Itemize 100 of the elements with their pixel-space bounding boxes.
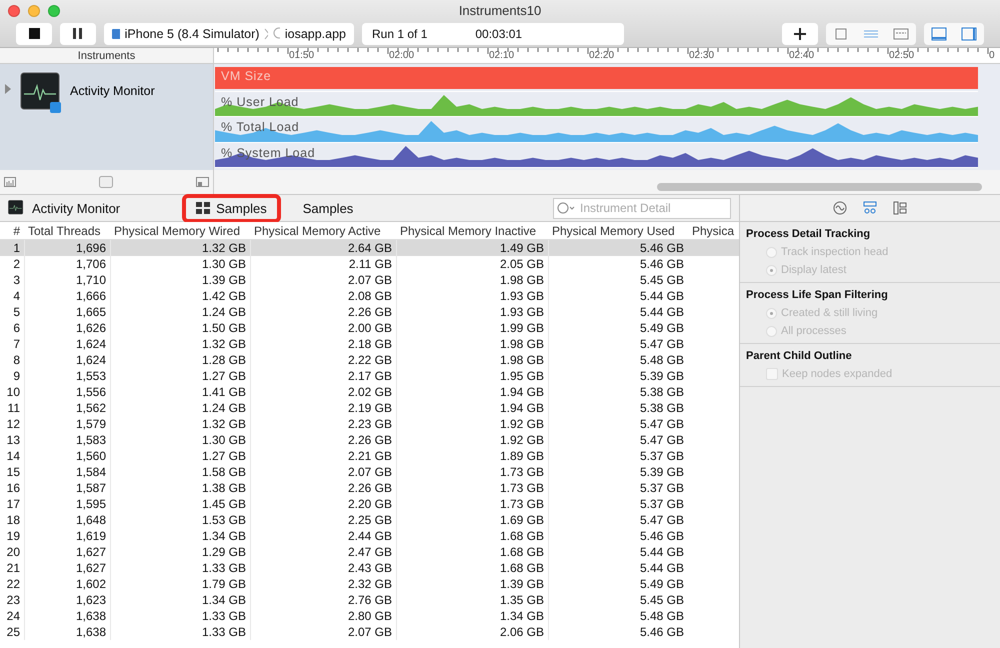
- grid-icon: [196, 202, 210, 214]
- table-cell: 1.68 GB: [396, 544, 548, 560]
- table-row[interactable]: 13 1,583 1.30 GB 2.26 GB 1.92 GB 5.47 GB: [0, 432, 739, 448]
- search-field[interactable]: Instrument Detail: [553, 198, 731, 218]
- table-cell-text: 21: [6, 560, 21, 576]
- table-cell: 1.89 GB: [396, 448, 548, 464]
- table-cell: 5.44 GB: [548, 288, 688, 304]
- table-cell-text: 15: [6, 464, 21, 480]
- table-row[interactable]: 23 1,623 1.34 GB 2.76 GB 1.35 GB 5.45 GB: [0, 592, 739, 608]
- table-cell: 2.26 GB: [250, 432, 396, 448]
- pause-icon: [73, 28, 83, 39]
- zoom-button[interactable]: [48, 5, 60, 17]
- target-name: iosapp.app: [284, 26, 346, 40]
- table-cell: 5.49 GB: [548, 576, 688, 592]
- right-panel-icon: [960, 26, 978, 42]
- inspector-tab[interactable]: [832, 200, 848, 216]
- inspector-tab[interactable]: [862, 200, 878, 216]
- table-row[interactable]: 14 1,560 1.27 GB 2.21 GB 1.89 GB 5.37 GB: [0, 448, 739, 464]
- table-row[interactable]: 24 1,638 1.33 GB 2.80 GB 1.34 GB 5.48 GB: [0, 608, 739, 624]
- table-cell: 5.37 GB: [548, 448, 688, 464]
- add-button[interactable]: [782, 22, 818, 44]
- table-row[interactable]: 10 1,556 1.41 GB 2.02 GB 1.94 GB 5.38 GB: [0, 384, 739, 400]
- column-header[interactable]: Total Threads: [24, 222, 110, 239]
- minimize-button[interactable]: [28, 5, 40, 17]
- table-row[interactable]: 16 1,587 1.38 GB 2.26 GB 1.73 GB 5.37 GB: [0, 480, 739, 496]
- table-cell-text: 12: [6, 416, 21, 432]
- activity-monitor-icon: [8, 200, 24, 216]
- table-cell: 1,583: [24, 432, 110, 448]
- column-header[interactable]: Physical Memory Active: [250, 222, 396, 239]
- table-cell: 1,638: [24, 608, 110, 624]
- table-cell: 1,579: [24, 416, 110, 432]
- column-header[interactable]: #: [0, 222, 24, 239]
- table-row[interactable]: 2 1,706 1.30 GB 2.11 GB 2.05 GB 5.46 GB: [0, 256, 739, 272]
- device-icon: [112, 28, 120, 40]
- table-row[interactable]: 18 1,648 1.53 GB 2.25 GB 1.69 GB 5.47 GB: [0, 512, 739, 528]
- table-cell-text: 16: [6, 480, 21, 496]
- table-row[interactable]: 7 1,624 1.32 GB 2.18 GB 1.98 GB 5.47 GB: [0, 336, 739, 352]
- stop-button[interactable]: [16, 22, 52, 44]
- breadcrumb[interactable]: Samples: [288, 194, 368, 222]
- column-header[interactable]: Physical Memory Inactive: [396, 222, 548, 239]
- table-cell-text: 1: [12, 240, 21, 256]
- table-cell: 1.35 GB: [396, 592, 548, 608]
- time-label: 0: [989, 50, 995, 61]
- slider-knob[interactable]: [99, 176, 113, 188]
- table-cell-text: 9: [12, 368, 21, 384]
- table-cell-text: 10: [6, 384, 21, 400]
- table-row[interactable]: 20 1,627 1.29 GB 2.47 GB 1.68 GB 5.44 GB: [0, 544, 739, 560]
- table-row[interactable]: 21 1,627 1.33 GB 2.43 GB 1.68 GB 5.44 GB: [0, 560, 739, 576]
- table-cell: 5.44 GB: [548, 560, 688, 576]
- table-cell: 5.46 GB: [548, 624, 688, 640]
- table-cell-text: 5: [12, 304, 21, 320]
- table-row[interactable]: 9 1,553 1.27 GB 2.17 GB 1.95 GB 5.39 GB: [0, 368, 739, 384]
- time-label: 01:50: [289, 50, 314, 61]
- table-row[interactable]: 15 1,584 1.58 GB 2.07 GB 1.73 GB 5.39 GB: [0, 464, 739, 480]
- table-cell: 1.58 GB: [110, 464, 250, 480]
- table-cell: 2.21 GB: [250, 448, 396, 464]
- table-cell: 1.38 GB: [110, 480, 250, 496]
- close-button[interactable]: [8, 5, 20, 17]
- table-cell: 1,619: [24, 528, 110, 544]
- table-cell: 1,665: [24, 304, 110, 320]
- table-cell: 2.26 GB: [250, 304, 396, 320]
- table-row[interactable]: 22 1,602 1.79 GB 2.32 GB 1.39 GB 5.49 GB: [0, 576, 739, 592]
- table-row[interactable]: 5 1,665 1.24 GB 2.26 GB 1.93 GB 5.44 GB: [0, 304, 739, 320]
- table-row[interactable]: 3 1,710 1.39 GB 2.07 GB 1.98 GB 5.45 GB: [0, 272, 739, 288]
- table-cell: 1.98 GB: [396, 272, 548, 288]
- inspector-tab[interactable]: [892, 200, 908, 216]
- table-cell: 1,696: [24, 240, 110, 256]
- column-header[interactable]: Physical Memory Wired: [110, 222, 250, 239]
- table-cell: 5.48 GB: [548, 352, 688, 368]
- table-row[interactable]: 8 1,624 1.28 GB 2.22 GB 1.98 GB 5.48 GB: [0, 352, 739, 368]
- table-row[interactable]: 17 1,595 1.45 GB 2.20 GB 1.73 GB 5.37 GB: [0, 496, 739, 512]
- table-cell-text: 20: [6, 544, 21, 560]
- table-row[interactable]: 1 1,696 1.32 GB 2.64 GB 1.49 GB 5.46 GB: [0, 240, 739, 256]
- table-row[interactable]: 12 1,579 1.32 GB 2.23 GB 1.92 GB 5.47 GB: [0, 416, 739, 432]
- bottom-panel-icon: [930, 26, 948, 42]
- table-cell: 1,638: [24, 624, 110, 640]
- table-cell: 5.44 GB: [548, 304, 688, 320]
- pause-button[interactable]: [60, 22, 96, 44]
- table-row[interactable]: 4 1,666 1.42 GB 2.08 GB 1.93 GB 5.44 GB: [0, 288, 739, 304]
- scheme-selector[interactable]: iPhone 5 (8.4 Simulator) iosapp.app: [104, 22, 354, 44]
- table-cell: 2.07 GB: [250, 464, 396, 480]
- table-row[interactable]: 6 1,626 1.50 GB 2.00 GB 1.99 GB 5.49 GB: [0, 320, 739, 336]
- column-header[interactable]: Physical Memory Used: [548, 222, 688, 239]
- bar-graph-icon[interactable]: [4, 177, 16, 187]
- scroll-bar[interactable]: [657, 183, 982, 191]
- table-cell-text: 19: [6, 528, 21, 544]
- snap-icon[interactable]: [196, 177, 209, 187]
- table-cell: 5.39 GB: [548, 368, 688, 384]
- table-cell: 1.34 GB: [396, 608, 548, 624]
- column-header[interactable]: Physica: [688, 222, 740, 239]
- disclosure-icon[interactable]: [4, 84, 12, 94]
- table-cell: 1.50 GB: [110, 320, 250, 336]
- table-cell: 1.68 GB: [396, 560, 548, 576]
- table-cell: 1,560: [24, 448, 110, 464]
- table-cell: 2.07 GB: [250, 272, 396, 288]
- table-row[interactable]: 11 1,562 1.24 GB 2.19 GB 1.94 GB 5.38 GB: [0, 400, 739, 416]
- table-cell-text: 13: [6, 432, 21, 448]
- time-label: 02:00: [389, 50, 414, 61]
- table-row[interactable]: 19 1,619 1.34 GB 2.44 GB 1.68 GB 5.46 GB: [0, 528, 739, 544]
- table-row[interactable]: 25 1,638 1.33 GB 2.07 GB 2.06 GB 5.46 GB: [0, 624, 739, 640]
